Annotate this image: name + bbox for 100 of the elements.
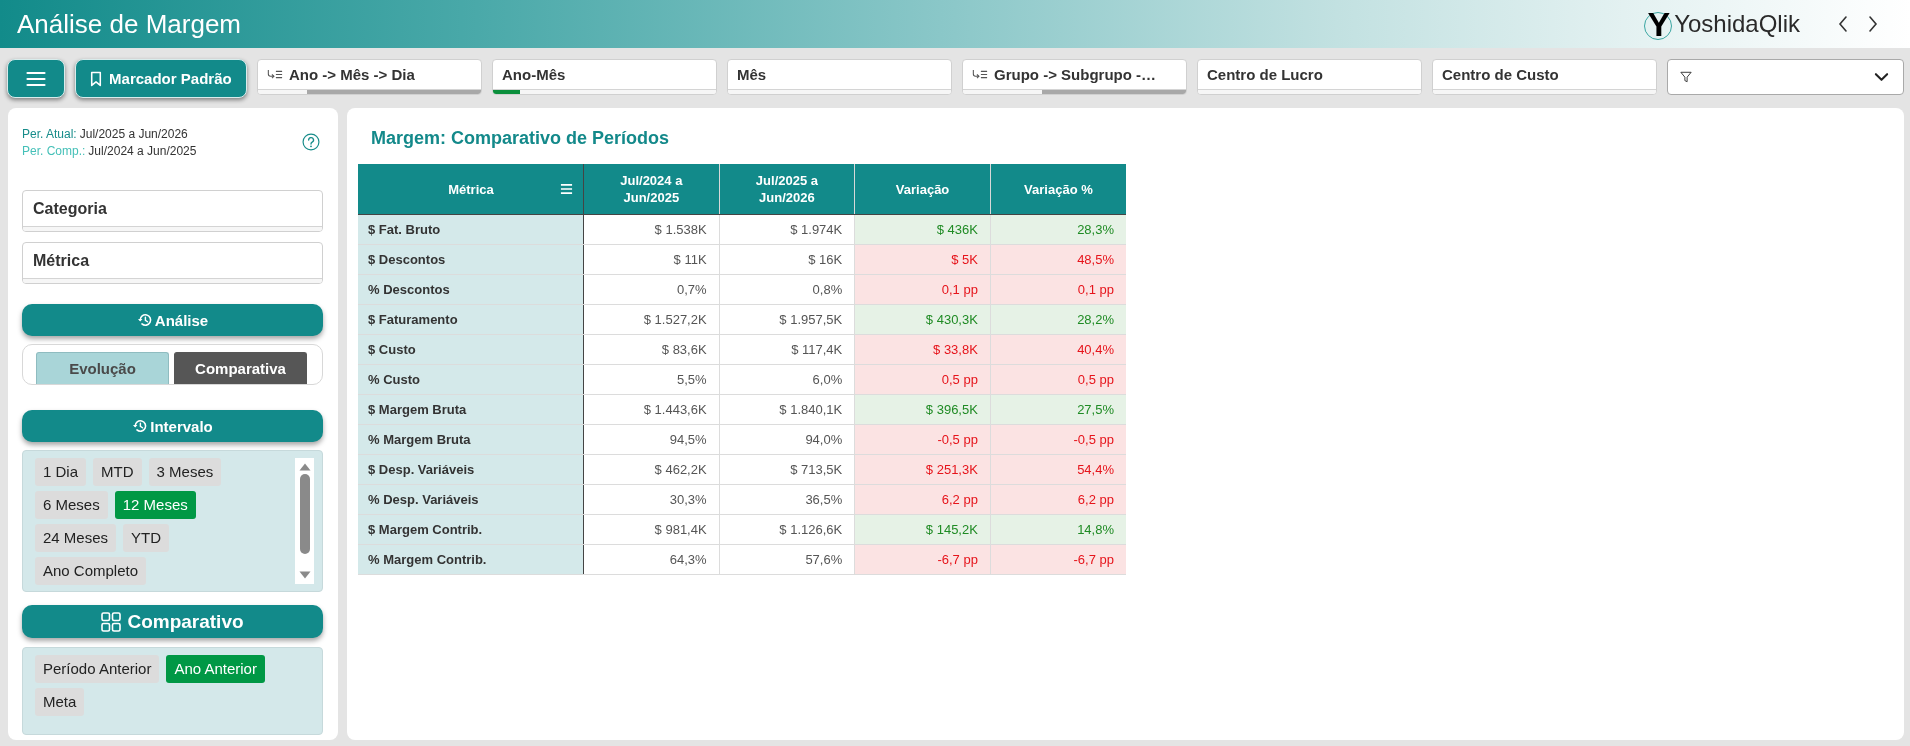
table-cell: $ 117,4K — [719, 334, 855, 365]
variation-cell: 0,5 pp — [990, 364, 1126, 395]
variation-cell: $ 396,5K — [854, 394, 991, 425]
comparison-option[interactable]: Meta — [35, 688, 85, 716]
row-label: % Margem Contrib. — [358, 544, 584, 575]
filter-pane[interactable]: Centro de Custo — [1432, 59, 1657, 95]
variation-cell: $ 145,2K — [854, 514, 991, 545]
variation-cell: $ 5K — [854, 244, 991, 275]
variation-cell: 6,2 pp — [854, 484, 991, 515]
variation-cell: 40,4% — [990, 334, 1126, 365]
scrollbar-thumb[interactable] — [299, 474, 310, 554]
variation-cell: 14,8% — [990, 514, 1126, 545]
row-label: $ Desp. Variáveis — [358, 454, 584, 485]
variation-cell: $ 436K — [854, 214, 991, 245]
table-cell: $ 713,5K — [719, 454, 855, 485]
variation-cell: 48,5% — [990, 244, 1126, 275]
column-header-label: Métrica — [447, 180, 495, 198]
table-cell: 57,6% — [719, 544, 855, 575]
row-label: % Desp. Variáveis — [358, 484, 584, 515]
comparison-option[interactable]: Ano Anterior — [166, 655, 265, 683]
variation-cell: 0,5 pp — [854, 364, 991, 395]
period-label: Per. Atual: — [22, 127, 77, 141]
row-label: % Margem Bruta — [358, 424, 584, 455]
interval-option[interactable]: Ano Completo — [35, 557, 147, 585]
table-cell: $ 1.538K — [583, 214, 720, 245]
variation-cell: 0,1 pp — [990, 274, 1126, 305]
analysis-tab[interactable]: Comparativa — [174, 352, 307, 384]
variation-cell: -0,5 pp — [990, 424, 1126, 455]
interval-option[interactable]: 3 Meses — [148, 458, 222, 486]
filter-pane[interactable]: Métrica — [22, 242, 323, 284]
menu-icon[interactable] — [560, 183, 573, 195]
table-cell: $ 981,4K — [583, 514, 720, 545]
analysis-tab[interactable]: Evolução — [36, 352, 169, 384]
filter-pane[interactable]: Grupo -> Subgrupo -… — [962, 59, 1187, 95]
row-label: $ Margem Contrib. — [358, 514, 584, 545]
table-cell: $ 1.957,5K — [719, 304, 855, 335]
row-label: $ Fat. Bruto — [358, 214, 584, 245]
filter-icon — [1680, 71, 1692, 83]
variation-cell: -6,7 pp — [854, 544, 991, 575]
interval-option[interactable]: 24 Meses — [35, 524, 117, 552]
variation-cell: $ 33,8K — [854, 334, 991, 365]
interval-option[interactable]: 12 Meses — [114, 491, 196, 519]
scroll-down-icon[interactable] — [298, 571, 311, 579]
chevron-right-icon — [1868, 15, 1878, 33]
chevron-down-icon — [1874, 72, 1889, 82]
bookmark-button[interactable]: Marcador Padrão — [74, 59, 247, 98]
filter-pane[interactable]: Mês — [727, 59, 952, 95]
variation-cell: $ 251,3K — [854, 454, 991, 485]
chevron-left-icon — [1838, 15, 1848, 33]
interval-option[interactable]: MTD — [93, 458, 142, 486]
history-icon — [132, 418, 149, 434]
table-cell: $ 1.527,2K — [583, 304, 720, 335]
row-label: $ Custo — [358, 334, 584, 365]
scrollbar[interactable] — [295, 458, 314, 584]
variation-cell: 28,3% — [990, 214, 1126, 245]
variation-cell: 0,1 pp — [854, 274, 991, 305]
variation-cell: -0,5 pp — [854, 424, 991, 455]
column-header: Jul/2024 a Jun/2025 — [583, 164, 720, 215]
table-cell: $ 462,2K — [583, 454, 720, 485]
menu-button[interactable] — [7, 59, 65, 98]
row-label: $ Faturamento — [358, 304, 584, 335]
table-cell: $ 83,6K — [583, 334, 720, 365]
filter-pane[interactable]: Categoria — [22, 190, 323, 232]
report-title: Margem: Comparativo de Períodos — [371, 127, 671, 150]
logo-text: YoshidaQlik — [1674, 9, 1800, 39]
filter-dropdown[interactable] — [1667, 59, 1904, 95]
table-cell: $ 1.443,6K — [583, 394, 720, 425]
filter-pane[interactable]: Centro de Lucro — [1197, 59, 1422, 95]
interval-option[interactable]: 1 Dia — [35, 458, 87, 486]
interval-option[interactable]: 6 Meses — [35, 491, 108, 519]
table-cell: $ 1.126,6K — [719, 514, 855, 545]
history-icon — [136, 312, 153, 328]
table-cell: 0,7% — [583, 274, 720, 305]
arrow-list-icon — [972, 69, 988, 80]
interval-option[interactable]: YTD — [123, 524, 170, 552]
table-cell: 36,5% — [719, 484, 855, 515]
row-label: % Descontos — [358, 274, 584, 305]
variation-cell: -6,7 pp — [990, 544, 1126, 575]
menu-icon — [25, 70, 46, 87]
comparison-option[interactable]: Período Anterior — [35, 655, 160, 683]
help-icon[interactable] — [302, 133, 320, 151]
section-title: Análise — [154, 311, 209, 329]
period-label: Per. Comp.: — [22, 144, 86, 158]
table-cell: 30,3% — [583, 484, 720, 515]
variation-cell: 6,2 pp — [990, 484, 1126, 515]
variation-cell: $ 430,3K — [854, 304, 991, 335]
table-cell: $ 16K — [719, 244, 855, 275]
scroll-up-icon[interactable] — [298, 463, 311, 471]
row-label: $ Descontos — [358, 244, 584, 275]
table-cell: 94,5% — [583, 424, 720, 455]
table-cell: 64,3% — [583, 544, 720, 575]
period-value: Jul/2024 a Jun/2025 — [88, 144, 197, 158]
row-label: $ Margem Bruta — [358, 394, 584, 425]
table-cell: 6,0% — [719, 364, 855, 395]
filter-pane[interactable]: Ano -> Mês -> Dia — [257, 59, 482, 95]
section-title: Comparativo — [127, 610, 244, 633]
filter-pane[interactable]: Ano-Mês — [492, 59, 717, 95]
column-header: Variação — [854, 164, 991, 215]
column-header: Jul/2025 a Jun/2026 — [719, 164, 855, 215]
section-title: Intervalo — [150, 417, 213, 435]
